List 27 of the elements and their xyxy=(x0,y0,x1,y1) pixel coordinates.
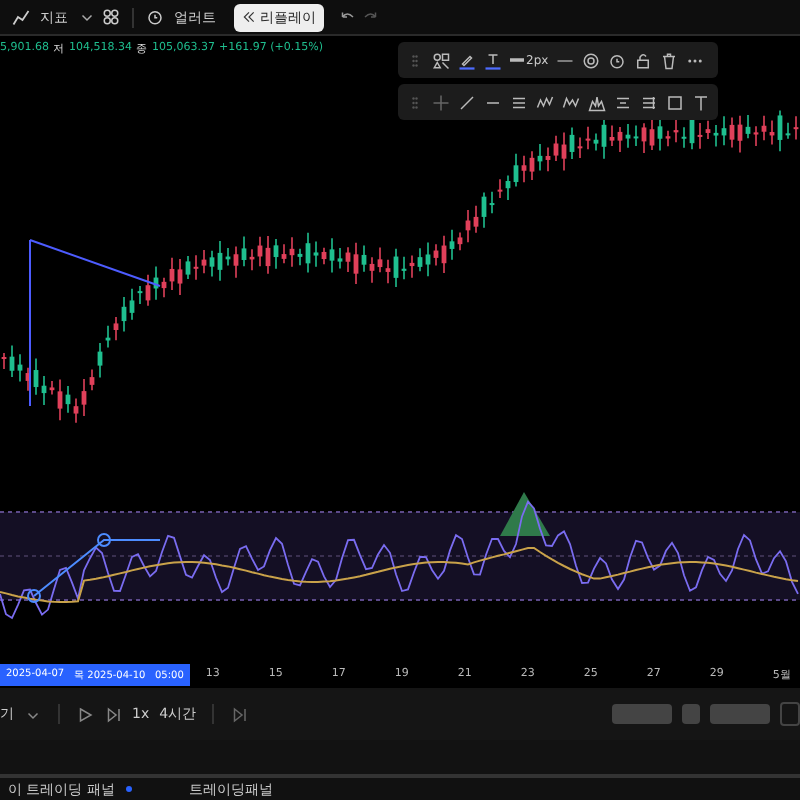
trend-line[interactable] xyxy=(27,533,161,603)
grip-icon[interactable] xyxy=(406,93,424,111)
step-forward-icon[interactable] xyxy=(230,705,249,723)
grip-icon[interactable] xyxy=(406,51,424,69)
shapes-icon[interactable] xyxy=(432,51,450,69)
lock-icon[interactable] xyxy=(634,51,653,69)
alarm-clock-icon[interactable] xyxy=(608,51,627,69)
line-icon[interactable] xyxy=(510,56,524,64)
play-icon[interactable] xyxy=(76,705,94,723)
grid-icon[interactable] xyxy=(102,8,120,26)
line-icon[interactable] xyxy=(458,93,476,111)
pattern-icon[interactable] xyxy=(588,93,606,111)
target-icon[interactable] xyxy=(582,51,601,69)
range-icon[interactable] xyxy=(614,93,632,111)
range-icon[interactable] xyxy=(640,93,658,111)
trend-line[interactable] xyxy=(29,239,161,407)
rectangle-icon[interactable] xyxy=(666,93,684,111)
pen-icon[interactable] xyxy=(458,51,476,69)
chart-indicator-icon[interactable] xyxy=(12,8,30,26)
alarm-clock-icon[interactable] xyxy=(146,8,164,26)
parallel-lines-icon[interactable] xyxy=(510,93,528,111)
trash-icon[interactable] xyxy=(660,51,679,69)
text-icon[interactable] xyxy=(692,93,710,111)
step-forward-icon[interactable] xyxy=(104,705,122,723)
text-color-icon[interactable] xyxy=(484,51,502,69)
rewind-icon[interactable] xyxy=(242,10,256,24)
histogram-peak xyxy=(500,492,550,536)
